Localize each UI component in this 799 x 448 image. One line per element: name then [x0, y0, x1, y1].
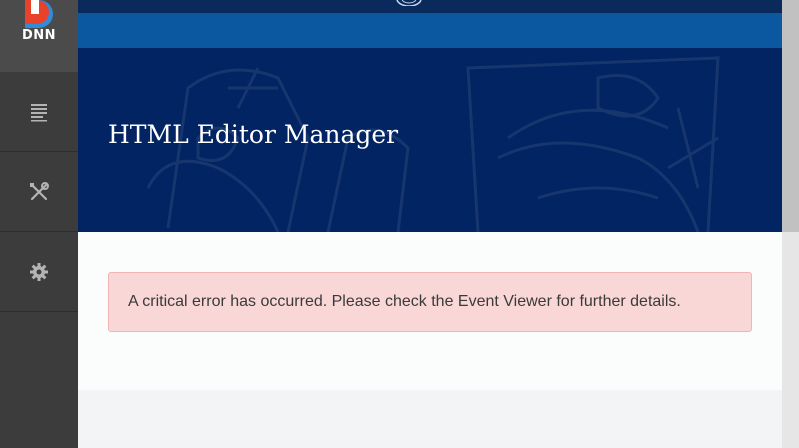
gear-icon: [30, 262, 48, 281]
page-banner: HTML Editor Manager: [78, 48, 782, 232]
dnn-logo-icon: [25, 0, 53, 28]
error-alert: A critical error has occurred. Please ch…: [108, 272, 752, 332]
persona-bar: DNN: [0, 0, 78, 448]
persona-item-manage[interactable]: [0, 152, 78, 232]
scrollbar-thumb[interactable]: [782, 0, 799, 232]
main-area: HTML Editor Manager A critical error has…: [78, 0, 782, 448]
error-alert-message: A critical error has occurred. Please ch…: [128, 293, 681, 310]
page-title: HTML Editor Manager: [108, 120, 399, 149]
logo-text: DNN: [21, 28, 57, 43]
vertical-scrollbar[interactable]: [782, 0, 799, 448]
persona-item-content[interactable]: [0, 72, 78, 152]
dnn-logo[interactable]: DNN: [0, 0, 78, 72]
content-pane: A critical error has occurred. Please ch…: [78, 232, 782, 390]
persona-item-settings[interactable]: [0, 232, 78, 312]
tools-icon: [30, 181, 49, 200]
content-list-icon: [31, 103, 47, 121]
site-topbar: [78, 0, 782, 13]
site-navbar: [78, 13, 782, 48]
site-emblem-icon[interactable]: [396, 0, 422, 6]
